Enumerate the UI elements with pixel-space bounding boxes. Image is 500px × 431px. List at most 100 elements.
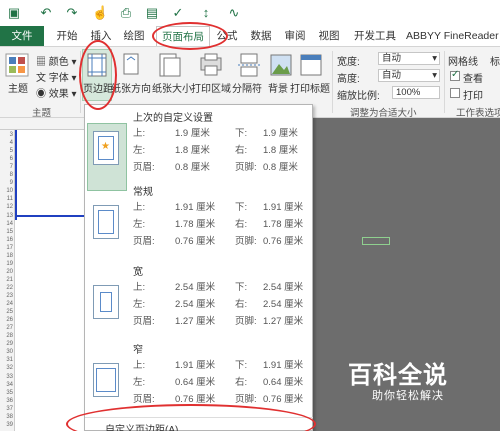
row-header[interactable]: 36 <box>0 398 14 404</box>
background-icon[interactable] <box>268 52 294 78</box>
row-header[interactable]: 21 <box>0 277 14 283</box>
themes-label[interactable]: 主题 <box>8 80 28 95</box>
row-header[interactable]: 12 <box>0 204 14 210</box>
row-header[interactable]: 11 <box>0 196 14 202</box>
row-header[interactable]: 14 <box>0 221 14 227</box>
row-header[interactable]: 15 <box>0 229 14 235</box>
margins-icon <box>87 53 107 77</box>
print-preview-icon[interactable]: ⎙ <box>118 5 134 21</box>
background-label[interactable]: 背景 <box>268 80 288 95</box>
save-icon[interactable]: ▣ <box>6 5 22 21</box>
row-header[interactable]: 10 <box>0 188 14 194</box>
tab-formulas[interactable]: 公式 <box>212 26 242 46</box>
row-header[interactable]: 39 <box>0 422 14 428</box>
row-header[interactable]: 28 <box>0 333 14 339</box>
row-header[interactable]: 31 <box>0 357 14 363</box>
margin-top: 1.9 厘米 <box>175 128 210 139</box>
row-header[interactable]: 4 <box>0 140 14 146</box>
height-select[interactable]: 自动 ▾ <box>378 69 440 82</box>
fonts-button[interactable]: 文 字体 ▾ <box>36 69 77 84</box>
selected-cell[interactable] <box>362 237 390 245</box>
custom-margins-item[interactable]: 自定义页边距(A)... <box>105 421 187 431</box>
chevron-down-icon: ▾ <box>432 53 437 64</box>
width-value: 自动 <box>382 53 402 64</box>
margin-page-icon <box>93 363 119 397</box>
effects-button[interactable]: ◉ 效果 ▾ <box>36 85 77 100</box>
row-header[interactable]: 38 <box>0 414 14 420</box>
orientation-icon[interactable] <box>118 52 144 78</box>
print-titles-label[interactable]: 打印标题 <box>290 80 330 95</box>
row-header[interactable]: 13 <box>0 213 14 219</box>
tab-file[interactable]: 文件 <box>0 26 44 46</box>
row-header[interactable]: 7 <box>0 164 14 170</box>
row-header[interactable]: 19 <box>0 261 14 267</box>
row-header[interactable]: 35 <box>0 390 14 396</box>
row-header[interactable]: 26 <box>0 317 14 323</box>
chart-icon[interactable]: ∿ <box>226 5 242 21</box>
row-header[interactable]: 8 <box>0 172 14 178</box>
margin-right: 1.8 厘米 <box>263 145 298 156</box>
margin-option[interactable]: 窄上: 1.91 厘米 下: 1.91 厘米 左: 0.64 厘米 右: 0.64 厘米 页眉:… <box>85 341 313 417</box>
row-header[interactable]: 29 <box>0 341 14 347</box>
row-header[interactable]: 17 <box>0 245 14 251</box>
chevron-down-icon: ▾ <box>432 70 437 81</box>
tab-abbyy[interactable]: ABBYY FineReader 1 <box>406 26 500 46</box>
touch-mode-icon[interactable]: ☝ <box>92 5 108 21</box>
size-icon[interactable] <box>156 52 182 78</box>
tab-page-layout[interactable]: 页面布局 <box>156 26 210 46</box>
print-area-icon[interactable] <box>198 52 224 78</box>
tab-developer[interactable]: 开发工具 <box>350 26 400 46</box>
row-header[interactable]: 30 <box>0 349 14 355</box>
gridlines-print-label: 打印 <box>463 91 483 102</box>
margin-left-label: 左: <box>133 145 146 156</box>
row-header[interactable]: 32 <box>0 365 14 371</box>
row-header[interactable]: 22 <box>0 285 14 291</box>
row-header[interactable]: 23 <box>0 293 14 299</box>
themes-icon[interactable] <box>4 52 30 78</box>
tab-draw[interactable]: 绘图 <box>118 26 150 46</box>
breaks-label[interactable]: 分隔符 <box>232 80 262 95</box>
row-header[interactable]: 3 <box>0 132 14 138</box>
undo-icon[interactable]: ↶ <box>38 5 54 21</box>
print-area-label[interactable]: 打印区域 <box>191 80 231 95</box>
width-select[interactable]: 自动 ▾ <box>378 52 440 65</box>
tab-insert[interactable]: 插入 <box>86 26 116 46</box>
gridlines-print-checkbox[interactable] <box>450 88 460 98</box>
themes-group-label: 主题 <box>32 108 52 119</box>
row-header[interactable]: 33 <box>0 374 14 380</box>
margin-option[interactable]: 宽上: 2.54 厘米 下: 2.54 厘米 左: 2.54 厘米 右: 2.54 厘米 页眉:… <box>85 263 313 339</box>
row-header[interactable]: 20 <box>0 269 14 275</box>
row-header[interactable]: 9 <box>0 180 14 186</box>
scale-value: 100% <box>396 87 421 98</box>
scale-input[interactable]: 100% <box>392 86 440 99</box>
row-header[interactable]: 5 <box>0 148 14 154</box>
margin-bottom: 1.91 厘米 <box>263 360 304 371</box>
row-header[interactable]: 18 <box>0 253 14 259</box>
row-header[interactable]: 16 <box>0 237 14 243</box>
orientation-label[interactable]: 纸张方向 <box>111 80 151 95</box>
gridlines-view-checkbox[interactable] <box>450 69 460 81</box>
breaks-icon[interactable] <box>236 52 262 78</box>
colors-button[interactable]: ▦ 颜色 ▾ <box>36 53 77 68</box>
print-titles-icon[interactable] <box>298 52 324 78</box>
row-header[interactable]: 27 <box>0 325 14 331</box>
document-icon[interactable]: ▤ <box>144 5 160 21</box>
redo-icon[interactable]: ↷ <box>64 5 80 21</box>
row-header[interactable]: 37 <box>0 406 14 412</box>
row-header[interactable]: 25 <box>0 309 14 315</box>
margin-option[interactable]: 常规 上: 1.91 厘米 下: 1.91 厘米 左: 1.78 厘米 右: 1.78 厘米 页眉… <box>85 183 313 259</box>
row-header[interactable]: 6 <box>0 156 14 162</box>
row-header[interactable]: 34 <box>0 382 14 388</box>
margin-header-label: 页眉: <box>133 162 155 173</box>
tab-review[interactable]: 审阅 <box>280 26 310 46</box>
row-header[interactable]: 24 <box>0 301 14 307</box>
tab-data[interactable]: 数据 <box>246 26 276 46</box>
sort-icon[interactable]: ↕ <box>198 5 214 21</box>
gridlines-view-label: 查看 <box>463 74 483 85</box>
spelling-icon[interactable]: ✓ <box>170 5 186 21</box>
star-icon: ★ <box>101 141 110 152</box>
margin-option[interactable]: ★ 上次的自定义设置 上: 1.9 厘米 下: 1.9 厘米 左: 1.8 厘米 右: 1.8 厘… <box>85 109 313 185</box>
tab-view[interactable]: 视图 <box>314 26 344 46</box>
tab-home[interactable]: 开始 <box>50 26 84 46</box>
size-label[interactable]: 纸张大小 <box>152 80 192 95</box>
